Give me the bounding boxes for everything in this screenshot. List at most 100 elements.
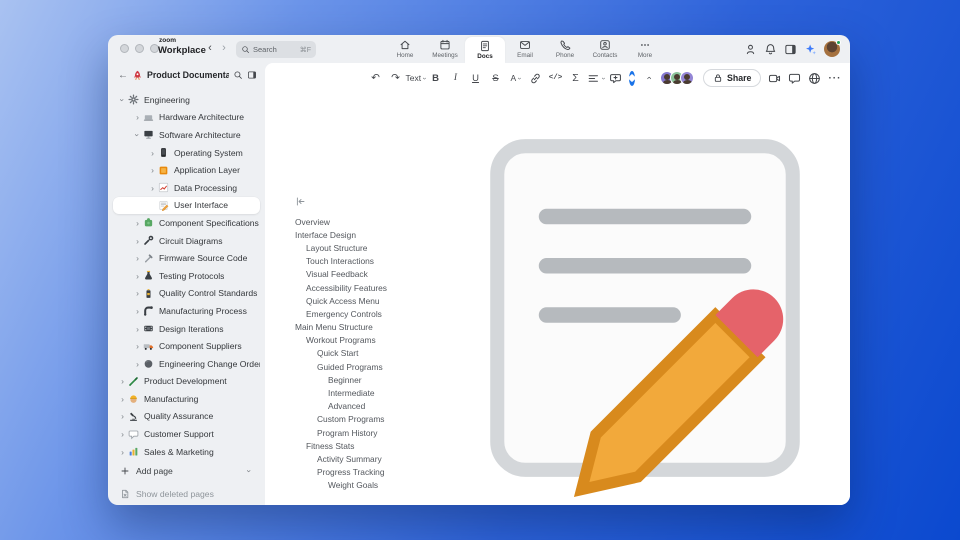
- chevron-icon[interactable]: [118, 447, 127, 457]
- chevron-icon[interactable]: [133, 306, 142, 316]
- ai-companion-button[interactable]: [627, 70, 637, 86]
- tab-email[interactable]: Email: [505, 35, 545, 63]
- minimize-window-button[interactable]: [135, 44, 144, 53]
- chevron-icon[interactable]: [118, 429, 127, 439]
- back-arrow-icon[interactable]: ←: [118, 70, 128, 81]
- sidebar-item-hardware-architecture[interactable]: Hardware Architecture: [113, 109, 260, 127]
- sidebar-item-manufacturing[interactable]: Manufacturing: [113, 390, 260, 408]
- tab-phone[interactable]: Phone: [545, 35, 585, 63]
- toc-item-progress-tracking[interactable]: Progress Tracking: [295, 466, 441, 479]
- italic-button[interactable]: I: [447, 70, 464, 87]
- toc-item-quick-start[interactable]: Quick Start: [295, 347, 441, 360]
- chevron-icon[interactable]: [133, 218, 142, 228]
- chevron-icon[interactable]: [133, 324, 142, 334]
- nav-forward-button[interactable]: ›: [218, 42, 230, 54]
- code-button[interactable]: </>: [547, 70, 564, 87]
- chevron-icon[interactable]: [133, 112, 142, 122]
- toc-item-emergency-controls[interactable]: Emergency Controls: [295, 307, 441, 320]
- toc-item-quick-access-menu[interactable]: Quick Access Menu: [295, 294, 441, 307]
- redo-button[interactable]: ↷: [387, 70, 404, 87]
- chevron-icon[interactable]: [133, 236, 142, 246]
- toc-item-workout-programs[interactable]: Workout Programs: [295, 334, 441, 347]
- sidebar-item-firmware-source-code[interactable]: Firmware Source Code: [113, 249, 260, 267]
- chevron-icon[interactable]: [118, 411, 127, 421]
- chevron-icon[interactable]: [148, 200, 157, 210]
- profile-icon[interactable]: [744, 43, 757, 56]
- sidebar-search-icon[interactable]: [233, 70, 243, 80]
- toc-item-layout-structure[interactable]: Layout Structure: [295, 241, 441, 254]
- sidebar-item-user-interface[interactable]: User Interface: [113, 196, 260, 215]
- chevron-icon[interactable]: [118, 376, 127, 386]
- collapse-toc-icon[interactable]: [295, 196, 306, 207]
- strikethrough-button[interactable]: S: [487, 70, 504, 87]
- sidebar-item-design-iterations[interactable]: Design Iterations: [113, 320, 260, 338]
- toc-item-weight-goals[interactable]: Weight Goals: [295, 479, 441, 492]
- close-window-button[interactable]: [120, 44, 129, 53]
- collapse-toolbar-button[interactable]: ›: [640, 70, 657, 87]
- sidebar-item-data-processing[interactable]: Data Processing: [113, 179, 260, 197]
- sidebar-item-testing-protocols[interactable]: Testing Protocols: [113, 267, 260, 285]
- more-options-button[interactable]: ···: [828, 73, 841, 84]
- sidebar-collapse-icon[interactable]: [247, 70, 257, 80]
- toc-item-main-menu-structure[interactable]: Main Menu Structure: [295, 321, 441, 334]
- show-deleted-pages-button[interactable]: Show deleted pages: [113, 486, 260, 502]
- toc-item-program-history[interactable]: Program History: [295, 426, 441, 439]
- chevron-down-icon[interactable]: [245, 466, 254, 476]
- link-button[interactable]: [527, 70, 544, 87]
- text-style-dropdown[interactable]: Text ›: [406, 70, 428, 87]
- chevron-icon[interactable]: [133, 271, 142, 281]
- globe-icon[interactable]: [808, 72, 821, 85]
- tab-home[interactable]: Home: [385, 35, 425, 63]
- formula-button[interactable]: Σ: [567, 70, 584, 87]
- chevron-icon[interactable]: [118, 394, 127, 404]
- undo-button[interactable]: ↶: [367, 70, 384, 87]
- user-avatar[interactable]: [824, 40, 841, 57]
- comments-icon[interactable]: [788, 72, 801, 85]
- toc-item-intermediate[interactable]: Intermediate: [295, 386, 441, 399]
- workspace-title[interactable]: Product Documenta...: [147, 70, 229, 80]
- nav-back-button[interactable]: ‹: [204, 42, 216, 54]
- chevron-icon[interactable]: [133, 359, 142, 369]
- toc-item-overview[interactable]: Overview: [295, 215, 441, 228]
- ai-sparkle-icon[interactable]: [804, 43, 817, 56]
- sidebar-item-operating-system[interactable]: Operating System: [113, 144, 260, 162]
- sidebar-item-component-suppliers[interactable]: Component Suppliers: [113, 337, 260, 355]
- chevron-icon[interactable]: [148, 183, 157, 193]
- chevron-icon[interactable]: [133, 130, 142, 140]
- sidebar-item-customer-support[interactable]: Customer Support: [113, 425, 260, 443]
- chevron-icon[interactable]: [118, 95, 127, 105]
- chevron-icon[interactable]: [148, 165, 157, 175]
- text-color-dropdown[interactable]: A ›: [507, 70, 524, 87]
- tab-docs[interactable]: Docs: [465, 37, 505, 63]
- toc-item-beginner[interactable]: Beginner: [295, 373, 441, 386]
- toc-item-activity-summary[interactable]: Activity Summary: [295, 452, 441, 465]
- sidebar-item-product-development[interactable]: Product Development: [113, 373, 260, 391]
- toc-item-interface-design[interactable]: Interface Design: [295, 228, 441, 241]
- chevron-icon[interactable]: [133, 341, 142, 351]
- add-page-button[interactable]: Add page: [113, 462, 260, 480]
- sidebar-item-quality-control-standards[interactable]: Quality Control Standards: [113, 285, 260, 303]
- add-comment-button[interactable]: [607, 70, 624, 87]
- sidebar-item-application-layer[interactable]: Application Layer: [113, 161, 260, 179]
- toc-item-advanced[interactable]: Advanced: [295, 400, 441, 413]
- toc-item-guided-programs[interactable]: Guided Programs: [295, 360, 441, 373]
- notifications-icon[interactable]: [764, 43, 777, 56]
- sidebar-item-engineering-change-orders[interactable]: Engineering Change Orders: [113, 355, 260, 373]
- share-button[interactable]: Share: [703, 69, 762, 87]
- toc-item-fitness-stats[interactable]: Fitness Stats: [295, 439, 441, 452]
- collaborator-avatar[interactable]: [680, 71, 694, 85]
- chevron-icon[interactable]: [133, 288, 142, 298]
- tab-meetings[interactable]: Meetings: [425, 35, 465, 63]
- sidebar-item-circuit-diagrams[interactable]: Circuit Diagrams: [113, 232, 260, 250]
- toc-item-accessibility-features[interactable]: Accessibility Features: [295, 281, 441, 294]
- sidebar-item-component-specifications[interactable]: Component Specifications: [113, 214, 260, 232]
- panel-icon[interactable]: [784, 43, 797, 56]
- tab-contacts[interactable]: Contacts: [585, 35, 625, 63]
- toc-item-custom-programs[interactable]: Custom Programs: [295, 413, 441, 426]
- tab-more[interactable]: More: [625, 35, 665, 63]
- sidebar-item-sales-marketing[interactable]: Sales & Marketing: [113, 443, 260, 461]
- sidebar-item-software-architecture[interactable]: Software Architecture: [113, 126, 260, 144]
- bold-button[interactable]: B: [427, 70, 444, 87]
- chevron-icon[interactable]: [148, 148, 157, 158]
- document-emoji-icon[interactable]: [448, 111, 842, 505]
